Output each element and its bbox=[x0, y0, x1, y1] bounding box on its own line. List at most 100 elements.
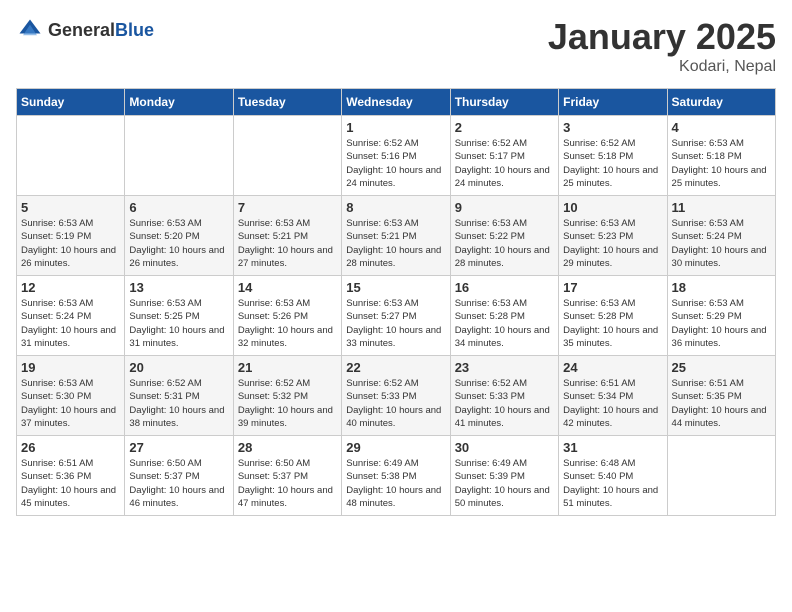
calendar-cell: 21 Sunrise: 6:52 AMSunset: 5:32 PMDayligh… bbox=[233, 356, 341, 436]
calendar-cell: 2 Sunrise: 6:52 AMSunset: 5:17 PMDaylight… bbox=[450, 116, 558, 196]
calendar-cell: 27Sunrise: 6:50 AMSunset: 5:37 PMDayligh… bbox=[125, 436, 233, 516]
calendar-cell: 18Sunrise: 6:53 AMSunset: 5:29 PMDayligh… bbox=[667, 276, 775, 356]
calendar-cell: 20 Sunrise: 6:52 AMSunset: 5:31 PMDayligh… bbox=[125, 356, 233, 436]
column-header-tuesday: Tuesday bbox=[233, 89, 341, 116]
logo: GeneralBlue bbox=[16, 16, 154, 44]
logo-text-blue: Blue bbox=[115, 20, 154, 40]
day-number: 22 bbox=[346, 360, 445, 375]
day-number: 29 bbox=[346, 440, 445, 455]
day-number: 14 bbox=[238, 280, 337, 295]
day-info: Sunrise: 6:52 AMSunset: 5:31 PMDaylight:… bbox=[129, 377, 228, 430]
day-info: Sunrise: 6:53 AMSunset: 5:22 PMDaylight:… bbox=[455, 217, 554, 270]
calendar-cell: 7 Sunrise: 6:53 AMSunset: 5:21 PMDaylight… bbox=[233, 196, 341, 276]
calendar-week-row: 1 Sunrise: 6:52 AMSunset: 5:16 PMDaylight… bbox=[17, 116, 776, 196]
day-info: Sunrise: 6:53 AMSunset: 5:19 PMDaylight:… bbox=[21, 217, 120, 270]
day-number: 11 bbox=[672, 200, 771, 215]
logo-text-general: General bbox=[48, 20, 115, 40]
day-info: Sunrise: 6:52 AMSunset: 5:18 PMDaylight:… bbox=[563, 137, 662, 190]
calendar-cell: 23Sunrise: 6:52 AMSunset: 5:33 PMDayligh… bbox=[450, 356, 558, 436]
calendar-cell: 17 Sunrise: 6:53 AMSunset: 5:28 PMDayligh… bbox=[559, 276, 667, 356]
day-info: Sunrise: 6:53 AMSunset: 5:28 PMDaylight:… bbox=[563, 297, 662, 350]
day-number: 21 bbox=[238, 360, 337, 375]
day-info: Sunrise: 6:49 AMSunset: 5:38 PMDaylight:… bbox=[346, 457, 445, 510]
page-header: GeneralBlue January 2025 Kodari, Nepal bbox=[16, 16, 776, 76]
calendar-cell: 5 Sunrise: 6:53 AMSunset: 5:19 PMDaylight… bbox=[17, 196, 125, 276]
calendar-cell: 10Sunrise: 6:53 AMSunset: 5:23 PMDayligh… bbox=[559, 196, 667, 276]
calendar-cell bbox=[667, 436, 775, 516]
column-header-sunday: Sunday bbox=[17, 89, 125, 116]
location-title: Kodari, Nepal bbox=[548, 58, 776, 76]
day-info: Sunrise: 6:50 AMSunset: 5:37 PMDaylight:… bbox=[129, 457, 228, 510]
calendar-cell: 15 Sunrise: 6:53 AMSunset: 5:27 PMDayligh… bbox=[342, 276, 450, 356]
day-number: 20 bbox=[129, 360, 228, 375]
day-info: Sunrise: 6:48 AMSunset: 5:40 PMDaylight:… bbox=[563, 457, 662, 510]
day-info: Sunrise: 6:51 AMSunset: 5:36 PMDaylight:… bbox=[21, 457, 120, 510]
day-info: Sunrise: 6:52 AMSunset: 5:33 PMDaylight:… bbox=[346, 377, 445, 430]
day-number: 4 bbox=[672, 120, 771, 135]
calendar-cell: 31 Sunrise: 6:48 AMSunset: 5:40 PMDayligh… bbox=[559, 436, 667, 516]
calendar-table: SundayMondayTuesdayWednesdayThursdayFrid… bbox=[16, 88, 776, 516]
day-number: 12 bbox=[21, 280, 120, 295]
day-number: 19 bbox=[21, 360, 120, 375]
day-info: Sunrise: 6:53 AMSunset: 5:25 PMDaylight:… bbox=[129, 297, 228, 350]
day-info: Sunrise: 6:52 AMSunset: 5:32 PMDaylight:… bbox=[238, 377, 337, 430]
day-number: 9 bbox=[455, 200, 554, 215]
calendar-cell: 4 Sunrise: 6:53 AMSunset: 5:18 PMDaylight… bbox=[667, 116, 775, 196]
day-number: 1 bbox=[346, 120, 445, 135]
calendar-cell: 30 Sunrise: 6:49 AMSunset: 5:39 PMDayligh… bbox=[450, 436, 558, 516]
day-info: Sunrise: 6:53 AMSunset: 5:21 PMDaylight:… bbox=[238, 217, 337, 270]
title-block: January 2025 Kodari, Nepal bbox=[548, 16, 776, 76]
day-info: Sunrise: 6:52 AMSunset: 5:17 PMDaylight:… bbox=[455, 137, 554, 190]
calendar-week-row: 26 Sunrise: 6:51 AMSunset: 5:36 PMDayligh… bbox=[17, 436, 776, 516]
day-info: Sunrise: 6:51 AMSunset: 5:35 PMDaylight:… bbox=[672, 377, 771, 430]
day-number: 7 bbox=[238, 200, 337, 215]
calendar-cell: 29 Sunrise: 6:49 AMSunset: 5:38 PMDayligh… bbox=[342, 436, 450, 516]
day-number: 8 bbox=[346, 200, 445, 215]
logo-icon bbox=[16, 16, 44, 44]
calendar-cell bbox=[125, 116, 233, 196]
day-number: 5 bbox=[21, 200, 120, 215]
calendar-week-row: 5 Sunrise: 6:53 AMSunset: 5:19 PMDaylight… bbox=[17, 196, 776, 276]
calendar-week-row: 19 Sunrise: 6:53 AMSunset: 5:30 PMDayligh… bbox=[17, 356, 776, 436]
calendar-cell: 9 Sunrise: 6:53 AMSunset: 5:22 PMDaylight… bbox=[450, 196, 558, 276]
day-number: 24 bbox=[563, 360, 662, 375]
day-number: 13 bbox=[129, 280, 228, 295]
day-info: Sunrise: 6:53 AMSunset: 5:30 PMDaylight:… bbox=[21, 377, 120, 430]
day-info: Sunrise: 6:52 AMSunset: 5:16 PMDaylight:… bbox=[346, 137, 445, 190]
day-number: 6 bbox=[129, 200, 228, 215]
day-info: Sunrise: 6:53 AMSunset: 5:26 PMDaylight:… bbox=[238, 297, 337, 350]
day-number: 10 bbox=[563, 200, 662, 215]
day-info: Sunrise: 6:53 AMSunset: 5:24 PMDaylight:… bbox=[672, 217, 771, 270]
calendar-cell: 28 Sunrise: 6:50 AMSunset: 5:37 PMDayligh… bbox=[233, 436, 341, 516]
day-info: Sunrise: 6:53 AMSunset: 5:28 PMDaylight:… bbox=[455, 297, 554, 350]
day-number: 30 bbox=[455, 440, 554, 455]
day-info: Sunrise: 6:53 AMSunset: 5:18 PMDaylight:… bbox=[672, 137, 771, 190]
day-info: Sunrise: 6:52 AMSunset: 5:33 PMDaylight:… bbox=[455, 377, 554, 430]
calendar-week-row: 12Sunrise: 6:53 AMSunset: 5:24 PMDayligh… bbox=[17, 276, 776, 356]
day-info: Sunrise: 6:53 AMSunset: 5:21 PMDaylight:… bbox=[346, 217, 445, 270]
calendar-cell: 16Sunrise: 6:53 AMSunset: 5:28 PMDayligh… bbox=[450, 276, 558, 356]
calendar-header-row: SundayMondayTuesdayWednesdayThursdayFrid… bbox=[17, 89, 776, 116]
calendar-cell bbox=[17, 116, 125, 196]
column-header-saturday: Saturday bbox=[667, 89, 775, 116]
day-number: 2 bbox=[455, 120, 554, 135]
calendar-cell: 11 Sunrise: 6:53 AMSunset: 5:24 PMDayligh… bbox=[667, 196, 775, 276]
day-number: 26 bbox=[21, 440, 120, 455]
calendar-cell: 14 Sunrise: 6:53 AMSunset: 5:26 PMDayligh… bbox=[233, 276, 341, 356]
calendar-cell: 19 Sunrise: 6:53 AMSunset: 5:30 PMDayligh… bbox=[17, 356, 125, 436]
day-number: 31 bbox=[563, 440, 662, 455]
day-number: 3 bbox=[563, 120, 662, 135]
day-number: 15 bbox=[346, 280, 445, 295]
column-header-thursday: Thursday bbox=[450, 89, 558, 116]
day-info: Sunrise: 6:53 AMSunset: 5:27 PMDaylight:… bbox=[346, 297, 445, 350]
calendar-cell: 6Sunrise: 6:53 AMSunset: 5:20 PMDaylight… bbox=[125, 196, 233, 276]
calendar-cell: 8 Sunrise: 6:53 AMSunset: 5:21 PMDaylight… bbox=[342, 196, 450, 276]
day-number: 17 bbox=[563, 280, 662, 295]
calendar-cell: 3 Sunrise: 6:52 AMSunset: 5:18 PMDaylight… bbox=[559, 116, 667, 196]
day-info: Sunrise: 6:50 AMSunset: 5:37 PMDaylight:… bbox=[238, 457, 337, 510]
month-title: January 2025 bbox=[548, 16, 776, 58]
day-number: 18 bbox=[672, 280, 771, 295]
day-number: 28 bbox=[238, 440, 337, 455]
calendar-cell: 22 Sunrise: 6:52 AMSunset: 5:33 PMDayligh… bbox=[342, 356, 450, 436]
day-info: Sunrise: 6:49 AMSunset: 5:39 PMDaylight:… bbox=[455, 457, 554, 510]
